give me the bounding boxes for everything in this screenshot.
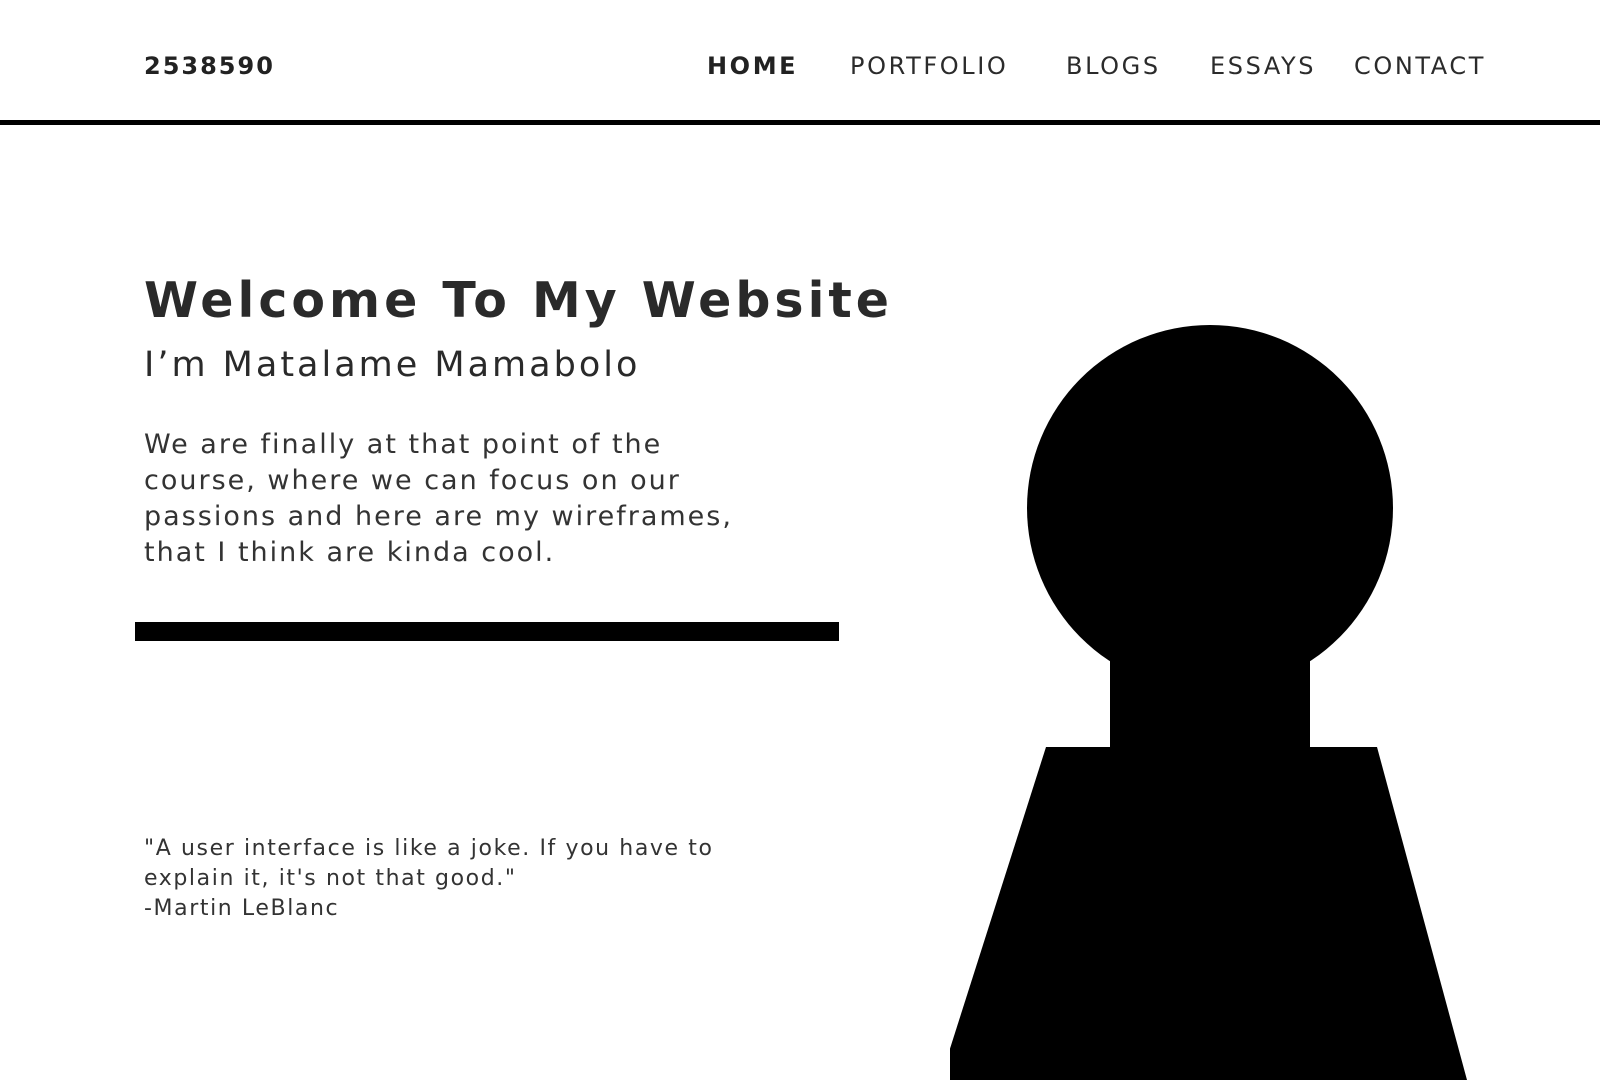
quote-block: "A user interface is like a joke. If you… bbox=[144, 834, 744, 924]
silhouette-body bbox=[950, 747, 1467, 1080]
hero-subtitle: I’m Matalame Mamabolo bbox=[144, 345, 641, 385]
person-silhouette-icon bbox=[950, 325, 1467, 1080]
quote-author: -Martin LeBlanc bbox=[144, 896, 340, 921]
section-divider bbox=[135, 622, 839, 641]
hero-title: Welcome To My Website bbox=[144, 272, 894, 329]
nav-blogs-link[interactable]: BLOGS bbox=[1066, 52, 1161, 80]
quote-text: "A user interface is like a joke. If you… bbox=[144, 836, 714, 891]
intro-paragraph: We are finally at that point of the cour… bbox=[144, 429, 733, 568]
site-brand-id[interactable]: 2538590 bbox=[144, 52, 275, 80]
nav-contact-link[interactable]: CONTACT bbox=[1354, 52, 1486, 80]
top-navigation-bar: 2538590 HOME PORTFOLIO BLOGS ESSAYS CONT… bbox=[0, 0, 1600, 125]
nav-home-link[interactable]: HOME bbox=[707, 52, 798, 80]
nav-portfolio-link[interactable]: PORTFOLIO bbox=[850, 52, 1008, 80]
nav-essays-link[interactable]: ESSAYS bbox=[1210, 52, 1316, 80]
